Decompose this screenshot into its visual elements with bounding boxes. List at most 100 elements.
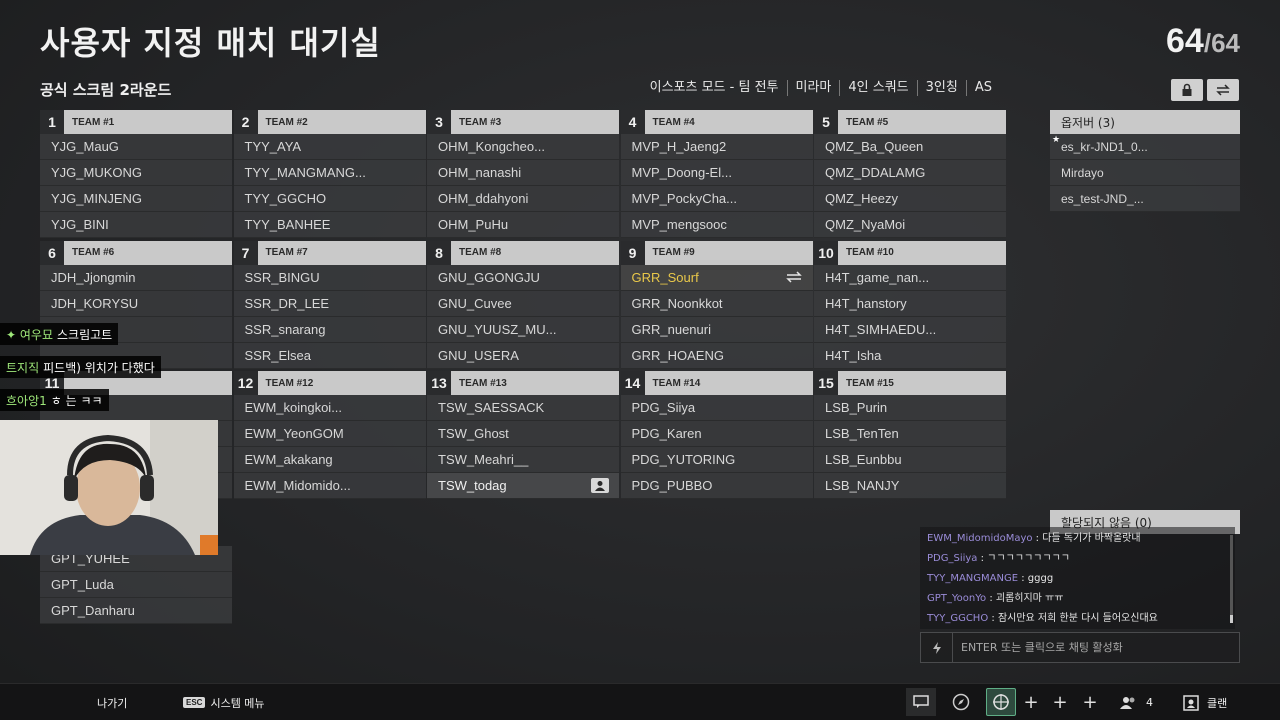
observer-item[interactable]: es_test-JND_...: [1050, 186, 1240, 212]
player-slot[interactable]: SSR_DR_LEE: [233, 290, 426, 317]
team-header[interactable]: 14 TEAM #14: [620, 371, 813, 395]
player-slot[interactable]: GRR_HOAENG: [620, 342, 813, 369]
player-slot[interactable]: JDH_KORYSU: [40, 290, 232, 317]
team-header[interactable]: 13 TEAM #13: [427, 371, 619, 395]
player-slot[interactable]: TYY_BANHEE: [233, 212, 426, 238]
player-slot[interactable]: MVP_H_Jaeng2: [620, 134, 813, 160]
team-header[interactable]: 4 TEAM #4: [620, 110, 813, 134]
player-slot[interactable]: GPT_Luda: [40, 571, 232, 598]
add-friend-slot-icon[interactable]: +: [1075, 688, 1105, 716]
lightning-icon[interactable]: [921, 632, 953, 663]
player-slot[interactable]: SSR_Elsea: [233, 342, 426, 369]
player-slot[interactable]: TYY_MANGMANG...: [233, 160, 426, 186]
player-slot[interactable]: QMZ_Heezy: [814, 186, 1006, 212]
player-name: GNU_YUUSZ_MU...: [438, 321, 557, 337]
player-slot[interactable]: LSB_TenTen: [814, 421, 1006, 447]
player-profile-icon[interactable]: [591, 478, 609, 493]
player-slot[interactable]: GRR_Noonkkot: [620, 290, 813, 317]
player-slot[interactable]: QMZ_Ba_Queen: [814, 134, 1006, 160]
team-header[interactable]: 15 TEAM #15: [814, 371, 1006, 395]
player-slot[interactable]: MVP_PockyCha...: [620, 186, 813, 212]
system-menu-button[interactable]: ESC 시스템 메뉴: [183, 684, 265, 720]
player-slot[interactable]: SSR_snarang: [233, 316, 426, 343]
player-slot[interactable]: OHM_nanashi: [427, 160, 619, 186]
player-slot[interactable]: TSW_Ghost: [427, 421, 619, 447]
player-slot[interactable]: TSW_SAESSACK: [427, 395, 619, 421]
team-header[interactable]: 9 TEAM #9: [620, 240, 813, 265]
player-slot[interactable]: H4T_Isha: [814, 342, 1006, 369]
player-slot[interactable]: PDG_PUBBO: [620, 473, 813, 499]
player-slot[interactable]: PDG_Karen: [620, 421, 813, 447]
player-slot[interactable]: YJG_BINI: [40, 212, 232, 238]
player-slot[interactable]: YJG_MauG: [40, 134, 232, 160]
observer-header[interactable]: 옵저버 (3): [1050, 110, 1240, 134]
player-slot[interactable]: H4T_game_nan...: [814, 264, 1006, 291]
lock-button[interactable]: [1171, 79, 1203, 101]
player-slot[interactable]: PDG_YUTORING: [620, 447, 813, 473]
player-slot[interactable]: TYY_GGCHO: [233, 186, 426, 212]
player-slot[interactable]: YJG_MINJENG: [40, 186, 232, 212]
chat-input-bar[interactable]: [920, 632, 1240, 663]
player-slot[interactable]: LSB_NANJY: [814, 473, 1006, 499]
leave-button[interactable]: 나가기: [97, 684, 127, 720]
player-slot[interactable]: GPT_Danharu: [40, 597, 232, 624]
player-name: TSW_SAESSACK: [438, 400, 545, 415]
player-slot[interactable]: GNU_YUUSZ_MU...: [427, 316, 619, 343]
add-friend-slot-icon[interactable]: +: [1016, 688, 1046, 716]
swap-player-icon[interactable]: [785, 270, 803, 285]
chat-scrollbar[interactable]: [1230, 535, 1233, 623]
team-header[interactable]: 8 TEAM #8: [427, 240, 619, 265]
player-slot[interactable]: EWM_akakang: [233, 447, 426, 473]
player-slot[interactable]: TSW_Meahri__: [427, 447, 619, 473]
player-slot[interactable]: GNU_GGONGJU: [427, 264, 619, 291]
clan-button[interactable]: 클랜: [1183, 684, 1227, 720]
team-header[interactable]: 10 TEAM #10: [814, 240, 1006, 265]
player-slot[interactable]: YJG_MUKONG: [40, 160, 232, 186]
player-slot[interactable]: JDH_Jjongmin: [40, 264, 232, 291]
player-slot[interactable]: QMZ_NyaMoi: [814, 212, 1006, 238]
observer-item[interactable]: Mirdayo: [1050, 160, 1240, 186]
observer-item[interactable]: ★ es_kr-JND1_0...: [1050, 134, 1240, 160]
player-slot[interactable]: TSW_todag: [427, 473, 619, 499]
player-slot[interactable]: MVP_mengsooc: [620, 212, 813, 238]
player-slot[interactable]: H4T_hanstory: [814, 290, 1006, 317]
team-header[interactable]: 1 TEAM #1: [40, 110, 232, 134]
player-slot[interactable]: EWM_koingkoi...: [233, 395, 426, 421]
swap-teams-button[interactable]: [1207, 79, 1239, 101]
team-header[interactable]: 5 TEAM #5: [814, 110, 1006, 134]
player-slot[interactable]: EWM_Midomido...: [233, 473, 426, 499]
team-header[interactable]: 12 TEAM #12: [233, 371, 426, 395]
team-name: TEAM #12: [265, 377, 314, 389]
compass-icon[interactable]: [946, 688, 976, 716]
player-slot[interactable]: TYY_AYA: [233, 134, 426, 160]
crosshair-icon[interactable]: [986, 688, 1016, 716]
player-slot[interactable]: GNU_USERA: [427, 342, 619, 369]
party-button[interactable]: 4: [1120, 684, 1153, 720]
player-slot[interactable]: OHM_PuHu: [427, 212, 619, 238]
player-slot[interactable]: OHM_ddahyoni: [427, 186, 619, 212]
team-header[interactable]: 6 TEAM #6: [40, 240, 232, 265]
team-header[interactable]: 2 TEAM #2: [233, 110, 426, 134]
player-slot[interactable]: LSB_Purin: [814, 395, 1006, 421]
player-slot[interactable]: MVP_Doong-El...: [620, 160, 813, 186]
player-slot[interactable]: GNU_Cuvee: [427, 290, 619, 317]
player-slot[interactable]: GRR_Sourf: [620, 264, 813, 291]
team-card: 13 TEAM #13 TSW_SAESSACK TSW_Ghost TSW_Meahr…: [427, 371, 619, 499]
player-slot[interactable]: PDG_Siiya: [620, 395, 813, 421]
chat-toggle-icon[interactable]: [906, 688, 936, 716]
team-header[interactable]: 7 TEAM #7: [233, 240, 426, 265]
chat-input[interactable]: [953, 641, 1223, 654]
team-header[interactable]: 3 TEAM #3: [427, 110, 619, 134]
player-slot[interactable]: QMZ_DDALAMG: [814, 160, 1006, 186]
player-slot[interactable]: GRR_nuenuri: [620, 316, 813, 343]
player-slot[interactable]: OHM_Kongcheo...: [427, 134, 619, 160]
player-slot[interactable]: SSR_BINGU: [233, 264, 426, 291]
chat-author: GPT_YoonYo: [927, 593, 987, 604]
player-slot[interactable]: H4T_SIMHAEDU...: [814, 316, 1006, 343]
team-number: 10: [814, 240, 838, 265]
chat-message: EWM_MidomidoMayo : 다들 독기가 바짝올랏내: [927, 529, 1235, 549]
player-slot[interactable]: EWM_YeonGOM: [233, 421, 426, 447]
player-slot[interactable]: LSB_Eunbbu: [814, 447, 1006, 473]
chat-scroll-thumb[interactable]: [1230, 615, 1233, 623]
add-friend-slot-icon[interactable]: +: [1045, 688, 1075, 716]
